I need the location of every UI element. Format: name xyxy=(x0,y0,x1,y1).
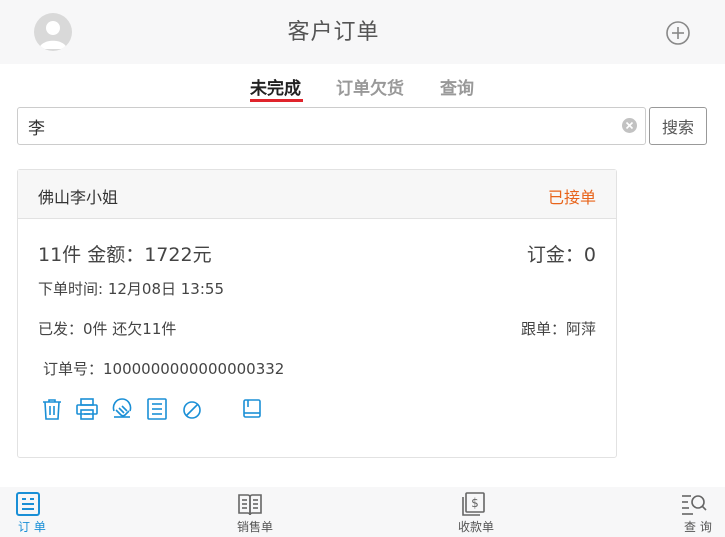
tabbar-label-sales: 销售单 xyxy=(237,520,274,534)
follower: 跟单：阿萍 xyxy=(520,320,596,338)
search-input[interactable] xyxy=(18,108,613,144)
shipped-owed: 已发：0件 还欠11件 xyxy=(38,320,177,338)
printer-icon[interactable] xyxy=(75,397,99,421)
quantity-amount: 11件 金额：1722元 xyxy=(38,244,212,266)
active-tab-indicator xyxy=(250,99,303,102)
handshake-icon[interactable] xyxy=(110,397,134,421)
tabbar-item-query[interactable]: 查 询 xyxy=(665,487,725,537)
order-tabs: 未完成 订单欠货 查询 xyxy=(0,64,725,104)
book-icon[interactable] xyxy=(240,397,264,421)
order-number: 订单号：1000000000000000332 xyxy=(43,360,285,378)
page-title: 客户订单 xyxy=(287,20,380,45)
cancel-icon[interactable] xyxy=(180,397,204,421)
search-box xyxy=(17,107,646,145)
tabbar-item-order[interactable]: 订 单 xyxy=(0,487,60,537)
clear-icon[interactable] xyxy=(622,118,637,133)
tab-query[interactable]: 查询 xyxy=(440,74,474,99)
receipt-icon: $ xyxy=(460,491,486,517)
tab-unfinished[interactable]: 未完成 xyxy=(250,74,301,99)
svg-text:$: $ xyxy=(471,496,479,510)
tabbar-item-sales[interactable]: 销售单 xyxy=(225,487,285,537)
order-icon xyxy=(15,491,41,517)
order-card[interactable]: 佛山李小姐 已接单 11件 金额：1722元 订金：0 下单时间: 12月08日… xyxy=(17,169,617,458)
tabbar-label-receipt: 收款单 xyxy=(458,520,495,534)
deposit: 订金：0 xyxy=(526,244,596,266)
trash-icon[interactable] xyxy=(40,397,64,421)
bottom-tab-bar: 订 单 销售单 $ 收款单 查 询 xyxy=(0,487,725,537)
tabbar-label-order: 订 单 xyxy=(18,520,46,534)
search-list-icon xyxy=(681,491,707,517)
order-card-header: 佛山李小姐 已接单 xyxy=(18,170,616,219)
sales-book-icon xyxy=(237,491,263,517)
customer-name: 佛山李小姐 xyxy=(38,188,119,207)
order-time: 下单时间: 12月08日 13:55 xyxy=(38,280,224,298)
list-icon[interactable] xyxy=(145,397,169,421)
tabbar-item-receipt[interactable]: $ 收款单 xyxy=(447,487,507,537)
tabbar-label-query: 查 询 xyxy=(684,520,712,534)
header-bar: 客户订单 xyxy=(0,0,725,64)
order-status: 已接单 xyxy=(547,188,596,207)
plus-circle-icon[interactable] xyxy=(665,20,691,46)
search-button[interactable]: 搜索 xyxy=(649,107,707,145)
tab-order-owed[interactable]: 订单欠货 xyxy=(336,74,404,99)
